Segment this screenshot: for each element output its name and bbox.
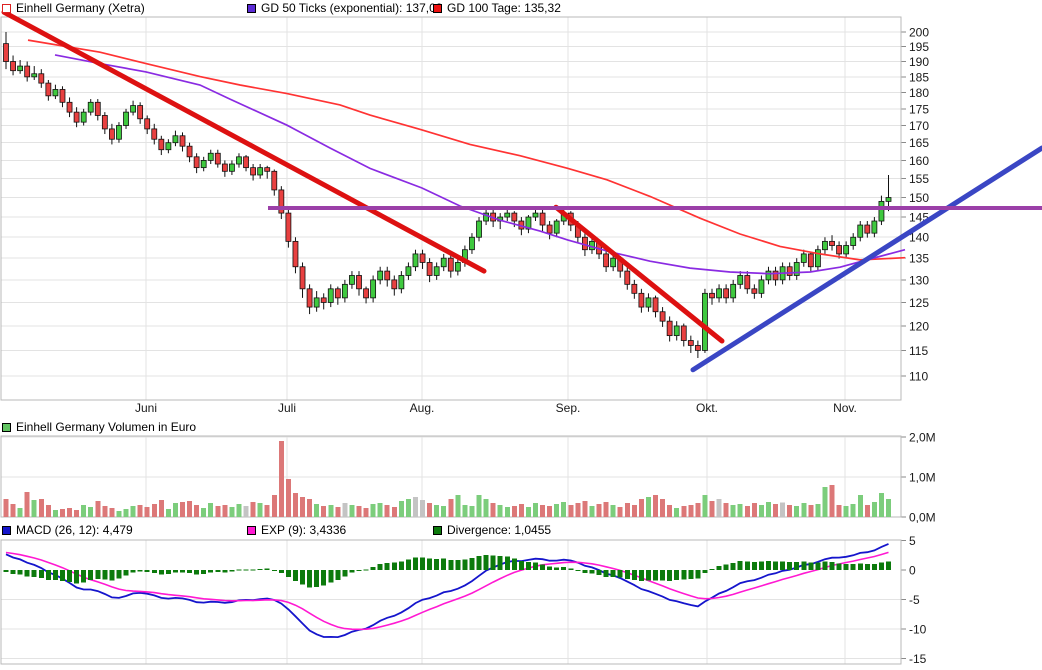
macd-lines [6,544,889,637]
legend-item-volume: Einhell Germany Volumen in Euro [2,420,196,435]
svg-text:185: 185 [909,70,929,84]
trendline-downtrend-line-2 [556,207,722,341]
price-legend: Einhell Germany (Xetra) GD 50 Ticks (exp… [0,1,1042,17]
svg-text:Juli: Juli [278,401,296,415]
volume-bars [4,441,892,517]
macd-grid: 50-5-10-15 [1,534,927,666]
legend-item-exp: EXP (9): 3,4336 [247,523,346,538]
legend-item-macd: MACD (26, 12): 4,479 [2,523,133,538]
macd-histogram [4,555,892,588]
svg-text:Okt.: Okt. [696,401,718,415]
legend-label: EXP (9): 3,4336 [261,523,346,538]
macd-legend: MACD (26, 12): 4,479 EXP (9): 3,4336 Div… [0,523,1042,539]
svg-text:195: 195 [909,40,929,54]
trendline-uptrend-line [693,148,1042,370]
svg-text:120: 120 [909,319,929,333]
macd-marker-icon [2,526,11,535]
svg-text:1,0M: 1,0M [909,471,936,485]
svg-text:160: 160 [909,154,929,168]
volume-marker-icon [2,423,11,432]
legend-label: GD 50 Ticks (exponential): 137,08 [261,1,442,16]
legend-item-gd100: GD 100 Tage: 135,32 [433,1,561,16]
svg-text:115: 115 [909,344,928,358]
legend-label: GD 100 Tage: 135,32 [447,1,561,16]
svg-text:Sep.: Sep. [556,401,581,415]
divergence-marker-icon [433,526,442,535]
exp-marker-icon [247,526,256,535]
svg-text:110: 110 [909,370,928,384]
price-grid: 2001951901851801751701651601551501451401… [1,17,929,415]
svg-text:0: 0 [909,564,916,578]
svg-text:200: 200 [909,26,929,40]
svg-text:Juni: Juni [135,401,157,415]
svg-text:130: 130 [909,273,929,287]
legend-label: Einhell Germany Volumen in Euro [16,420,196,435]
svg-text:175: 175 [909,102,929,116]
svg-text:170: 170 [909,119,929,133]
trendline-downtrend-line-1 [4,12,484,271]
svg-text:135: 135 [909,252,929,266]
svg-text:Nov.: Nov. [833,401,857,415]
legend-label: Divergence: 1,0455 [447,523,551,538]
stock-chart-page: 2001951901851801751701651601551501451401… [0,0,1042,670]
ma50-line [55,55,905,274]
svg-text:-5: -5 [909,593,920,607]
svg-text:165: 165 [909,136,929,150]
legend-label: MACD (26, 12): 4,479 [16,523,133,538]
svg-text:-15: -15 [909,652,927,666]
svg-text:125: 125 [909,296,929,310]
gd100-marker-icon [433,4,442,13]
volume-legend: Einhell Germany Volumen in Euro [0,420,1042,436]
legend-item-gd50: GD 50 Ticks (exponential): 137,08 [247,1,442,16]
svg-text:Aug.: Aug. [410,401,435,415]
svg-text:180: 180 [909,86,929,100]
svg-text:155: 155 [909,172,929,186]
svg-text:150: 150 [909,191,929,205]
svg-text:-10: -10 [909,623,927,637]
candlestick-series-marker-icon [2,4,11,13]
svg-text:190: 190 [909,55,929,69]
gd50-marker-icon [247,4,256,13]
legend-label: Einhell Germany (Xetra) [16,1,145,16]
legend-item-divergence: Divergence: 1,0455 [433,523,551,538]
legend-item-series: Einhell Germany (Xetra) [2,1,145,16]
chart-canvas: 2001951901851801751701651601551501451401… [0,0,1042,670]
